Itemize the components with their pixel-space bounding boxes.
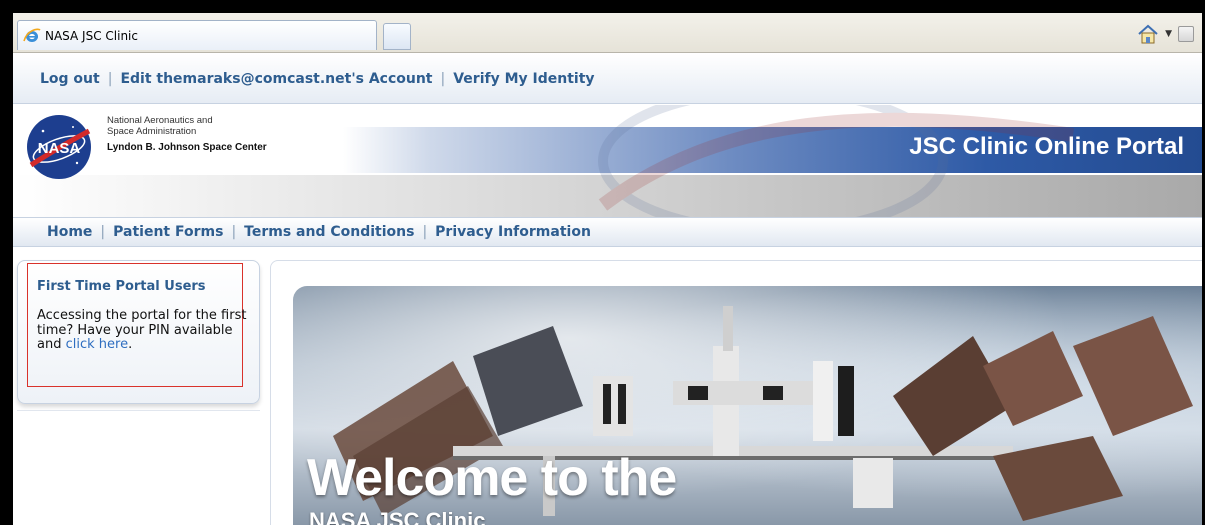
separator: | (107, 70, 113, 87)
welcome-title: Welcome to the (307, 449, 677, 507)
home-icon[interactable] (1137, 24, 1159, 44)
browser-tab[interactable]: NASA JSC Clinic (17, 20, 377, 50)
agency-name-line1: National Aeronautics and (107, 115, 213, 126)
portal-title: JSC Clinic Online Portal (909, 133, 1184, 160)
ie-logo-icon (22, 27, 42, 45)
home-dropdown-arrow-icon[interactable]: ▼ (1165, 29, 1172, 39)
agency-name-line2: Space Administration (107, 126, 197, 137)
welcome-hero-image: Welcome to the NASA JSC Clinic (293, 286, 1202, 525)
account-bar: Log out | Edit themaraks@comcast.net's A… (13, 54, 1202, 104)
separator: | (440, 70, 446, 87)
header-banner: NASA National Aeronautics and Space Admi… (13, 105, 1202, 217)
main-navigation: Home | Patient Forms | Terms and Conditi… (13, 217, 1202, 247)
nav-home[interactable]: Home (47, 224, 92, 240)
nasa-meatball-logo: NASA (27, 115, 91, 179)
nav-terms-and-conditions[interactable]: Terms and Conditions (244, 224, 414, 240)
banner-watermark-graphic (598, 105, 1075, 217)
feeds-icon[interactable] (1178, 26, 1194, 42)
logo-text: NASA (38, 140, 81, 157)
separator: | (422, 224, 428, 240)
screenshot-frame: NASA JSC Clinic ▼ Log out | Edit themara… (0, 0, 1205, 525)
first-time-users-text: Accessing the portal for the first time?… (37, 308, 252, 353)
verify-identity-link[interactable]: Verify My Identity (453, 71, 594, 87)
nav-privacy-information[interactable]: Privacy Information (435, 224, 591, 240)
welcome-subtitle: NASA JSC Clinic (309, 508, 486, 525)
web-page: Log out | Edit themaraks@comcast.net's A… (13, 54, 1202, 525)
first-time-users-heading: First Time Portal Users (37, 279, 206, 294)
new-tab-button[interactable] (383, 23, 411, 50)
instructions-period: . (128, 337, 133, 352)
separator: | (231, 224, 237, 240)
log-out-link[interactable]: Log out (40, 71, 100, 87)
edit-account-link[interactable]: Edit themaraks@comcast.net's Account (120, 71, 432, 87)
agency-name: National Aeronautics and Space Administr… (107, 115, 213, 137)
nav-patient-forms[interactable]: Patient Forms (113, 224, 223, 240)
separator: | (100, 224, 106, 240)
command-bar: ▼ (1137, 24, 1194, 44)
tab-title: NASA JSC Clinic (45, 28, 138, 43)
sidebar-divider (17, 410, 260, 411)
click-here-link[interactable]: click here (66, 337, 128, 352)
browser-tab-strip: NASA JSC Clinic ▼ (13, 13, 1202, 53)
browser-window: NASA JSC Clinic ▼ Log out | Edit themara… (13, 13, 1202, 525)
first-time-users-panel: First Time Portal Users Accessing the po… (17, 260, 260, 404)
center-name: Lyndon B. Johnson Space Center (107, 142, 267, 153)
